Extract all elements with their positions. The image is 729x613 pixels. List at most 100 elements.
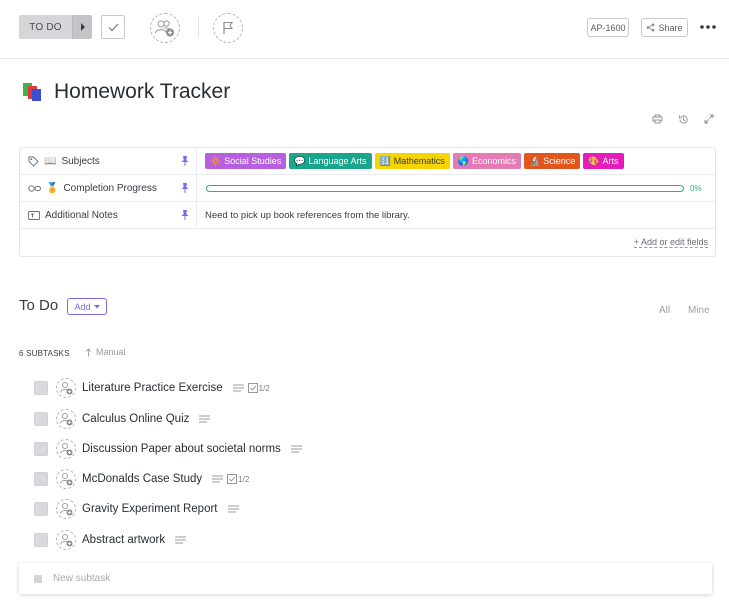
add-label: Add: [74, 301, 91, 312]
progress-emoji: 🏅: [46, 182, 59, 194]
add-user-icon: [60, 502, 73, 516]
sort-toggle[interactable]: Manual: [85, 347, 126, 357]
notes-label-text: Additional Notes: [45, 209, 118, 221]
progress-icon: [28, 184, 41, 192]
sort-label: Manual: [96, 347, 126, 357]
field-label-progress: 🏅 Completion Progress: [20, 175, 197, 201]
tag-science[interactable]: 🔬 Science: [524, 153, 581, 169]
pin-icon[interactable]: [180, 155, 190, 167]
checklist-count: 1/2: [238, 474, 250, 484]
subtask-assignee-button[interactable]: [56, 378, 76, 398]
subtask-row[interactable]: Discussion Paper about societal norms: [34, 438, 302, 460]
subtask-row[interactable]: Calculus Online Quiz: [34, 408, 211, 430]
field-label-notes: Additional Notes: [20, 202, 197, 228]
subtask-assignee-button[interactable]: [56, 499, 76, 519]
subtask-row[interactable]: Gravity Experiment Report: [34, 498, 239, 520]
filter-all[interactable]: All: [659, 305, 670, 316]
checklist-indicator[interactable]: 1/2: [247, 383, 270, 393]
subtask-checkbox[interactable]: [34, 533, 48, 547]
subtask-checkbox[interactable]: [34, 381, 48, 395]
print-icon[interactable]: [650, 112, 664, 126]
tag-label: Economics: [472, 156, 517, 166]
ellipsis-icon: [700, 25, 716, 29]
checklist-indicator[interactable]: 1/2: [227, 474, 249, 484]
pin-icon[interactable]: [180, 182, 190, 194]
priority-button[interactable]: [213, 13, 243, 43]
status-selector[interactable]: TO DO: [19, 15, 92, 39]
mark-complete-button[interactable]: [101, 15, 125, 39]
subjects-tags[interactable]: 🔆 Social Studies 💬 Language Arts 🔢 Mathe…: [205, 148, 624, 174]
progress-value: 0%: [205, 175, 702, 201]
subtask-name[interactable]: Abstract artwork: [82, 534, 165, 546]
subtask-name[interactable]: Discussion Paper about societal norms: [82, 443, 281, 455]
subtask-assignee-button[interactable]: [56, 530, 76, 550]
tag-emoji: 🔢: [379, 155, 391, 166]
filter-mine[interactable]: Mine: [688, 305, 710, 316]
tag-label: Social Studies: [224, 156, 282, 166]
subtask-name[interactable]: Literature Practice Exercise: [82, 382, 223, 394]
subtask-name[interactable]: McDonalds Case Study: [82, 473, 202, 485]
progress-percent: 0%: [690, 183, 702, 193]
subtask-row[interactable]: McDonalds Case Study 1/2: [34, 468, 249, 490]
task-id-badge[interactable]: AP-1600: [587, 18, 629, 37]
new-subtask-row[interactable]: [19, 563, 712, 594]
pin-icon[interactable]: [180, 209, 190, 221]
tag-label: Language Arts: [308, 156, 367, 166]
tag-mathematics[interactable]: 🔢 Mathematics: [374, 153, 450, 169]
status-next-arrow[interactable]: [72, 15, 92, 39]
add-user-icon: [60, 381, 73, 395]
description-icon: [227, 505, 239, 513]
assignee-button[interactable]: [150, 13, 180, 43]
task-title-row: Homework Tracker: [22, 80, 230, 104]
subtasks-count: 6 SUBTASKS: [19, 349, 70, 358]
add-user-icon: [60, 533, 73, 547]
subtask-assignee-button[interactable]: [56, 409, 76, 429]
page-title[interactable]: Homework Tracker: [54, 80, 230, 104]
tag-emoji: 🎨: [588, 155, 600, 166]
tag-arts[interactable]: 🎨 Arts: [583, 153, 624, 169]
books-icon: [22, 81, 46, 103]
share-button[interactable]: Share: [641, 18, 688, 37]
description-icon: [212, 475, 224, 483]
progress-label-text: Completion Progress: [63, 182, 157, 194]
tag-emoji: 🔬: [529, 155, 541, 166]
field-label-subjects: 📖 Subjects: [20, 148, 197, 174]
subtask-row[interactable]: Literature Practice Exercise 1/2: [34, 377, 270, 399]
add-user-icon: [60, 442, 73, 456]
add-dropdown-button[interactable]: Add: [67, 298, 107, 315]
subtask-row[interactable]: Abstract artwork: [34, 529, 187, 551]
subtask-checkbox[interactable]: [34, 412, 48, 426]
subtask-assignee-button[interactable]: [56, 439, 76, 459]
add-user-icon: [60, 412, 73, 426]
checklist-count: 1/2: [258, 383, 270, 393]
notes-value[interactable]: Need to pick up book references from the…: [205, 202, 410, 228]
subjects-emoji: 📖: [44, 155, 57, 167]
add-edit-fields-link[interactable]: + Add or edit fields: [633, 237, 708, 248]
field-row-progress: 🏅 Completion Progress 0%: [20, 175, 715, 202]
caret-right-icon: [80, 23, 85, 31]
subtask-checkbox[interactable]: [34, 442, 48, 456]
expand-icon[interactable]: [702, 112, 716, 126]
share-label: Share: [658, 22, 683, 33]
subtask-checkbox[interactable]: [34, 502, 48, 516]
checklist-icon: [247, 383, 258, 393]
subtask-name[interactable]: Gravity Experiment Report: [82, 503, 218, 515]
header-divider: [198, 17, 199, 37]
history-icon[interactable]: [676, 112, 690, 126]
description-icon: [232, 384, 244, 392]
status-button[interactable]: TO DO: [19, 15, 72, 39]
share-icon: [647, 23, 655, 32]
description-icon: [290, 445, 302, 453]
subtask-name[interactable]: Calculus Online Quiz: [82, 413, 189, 425]
new-subtask-input[interactable]: [53, 573, 453, 584]
subtask-checkbox[interactable]: [34, 472, 48, 486]
tag-label: Science: [543, 156, 576, 166]
add-user-icon: [60, 472, 73, 486]
tag-social-studies[interactable]: 🔆 Social Studies: [205, 153, 287, 169]
tag-economics[interactable]: 🌎 Economics: [452, 153, 522, 169]
tag-language-arts[interactable]: 💬 Language Arts: [289, 153, 372, 169]
tag-emoji: 🔆: [210, 155, 222, 166]
more-options-button[interactable]: [699, 19, 717, 35]
title-tools: [650, 112, 716, 126]
subtask-assignee-button[interactable]: [56, 469, 76, 489]
